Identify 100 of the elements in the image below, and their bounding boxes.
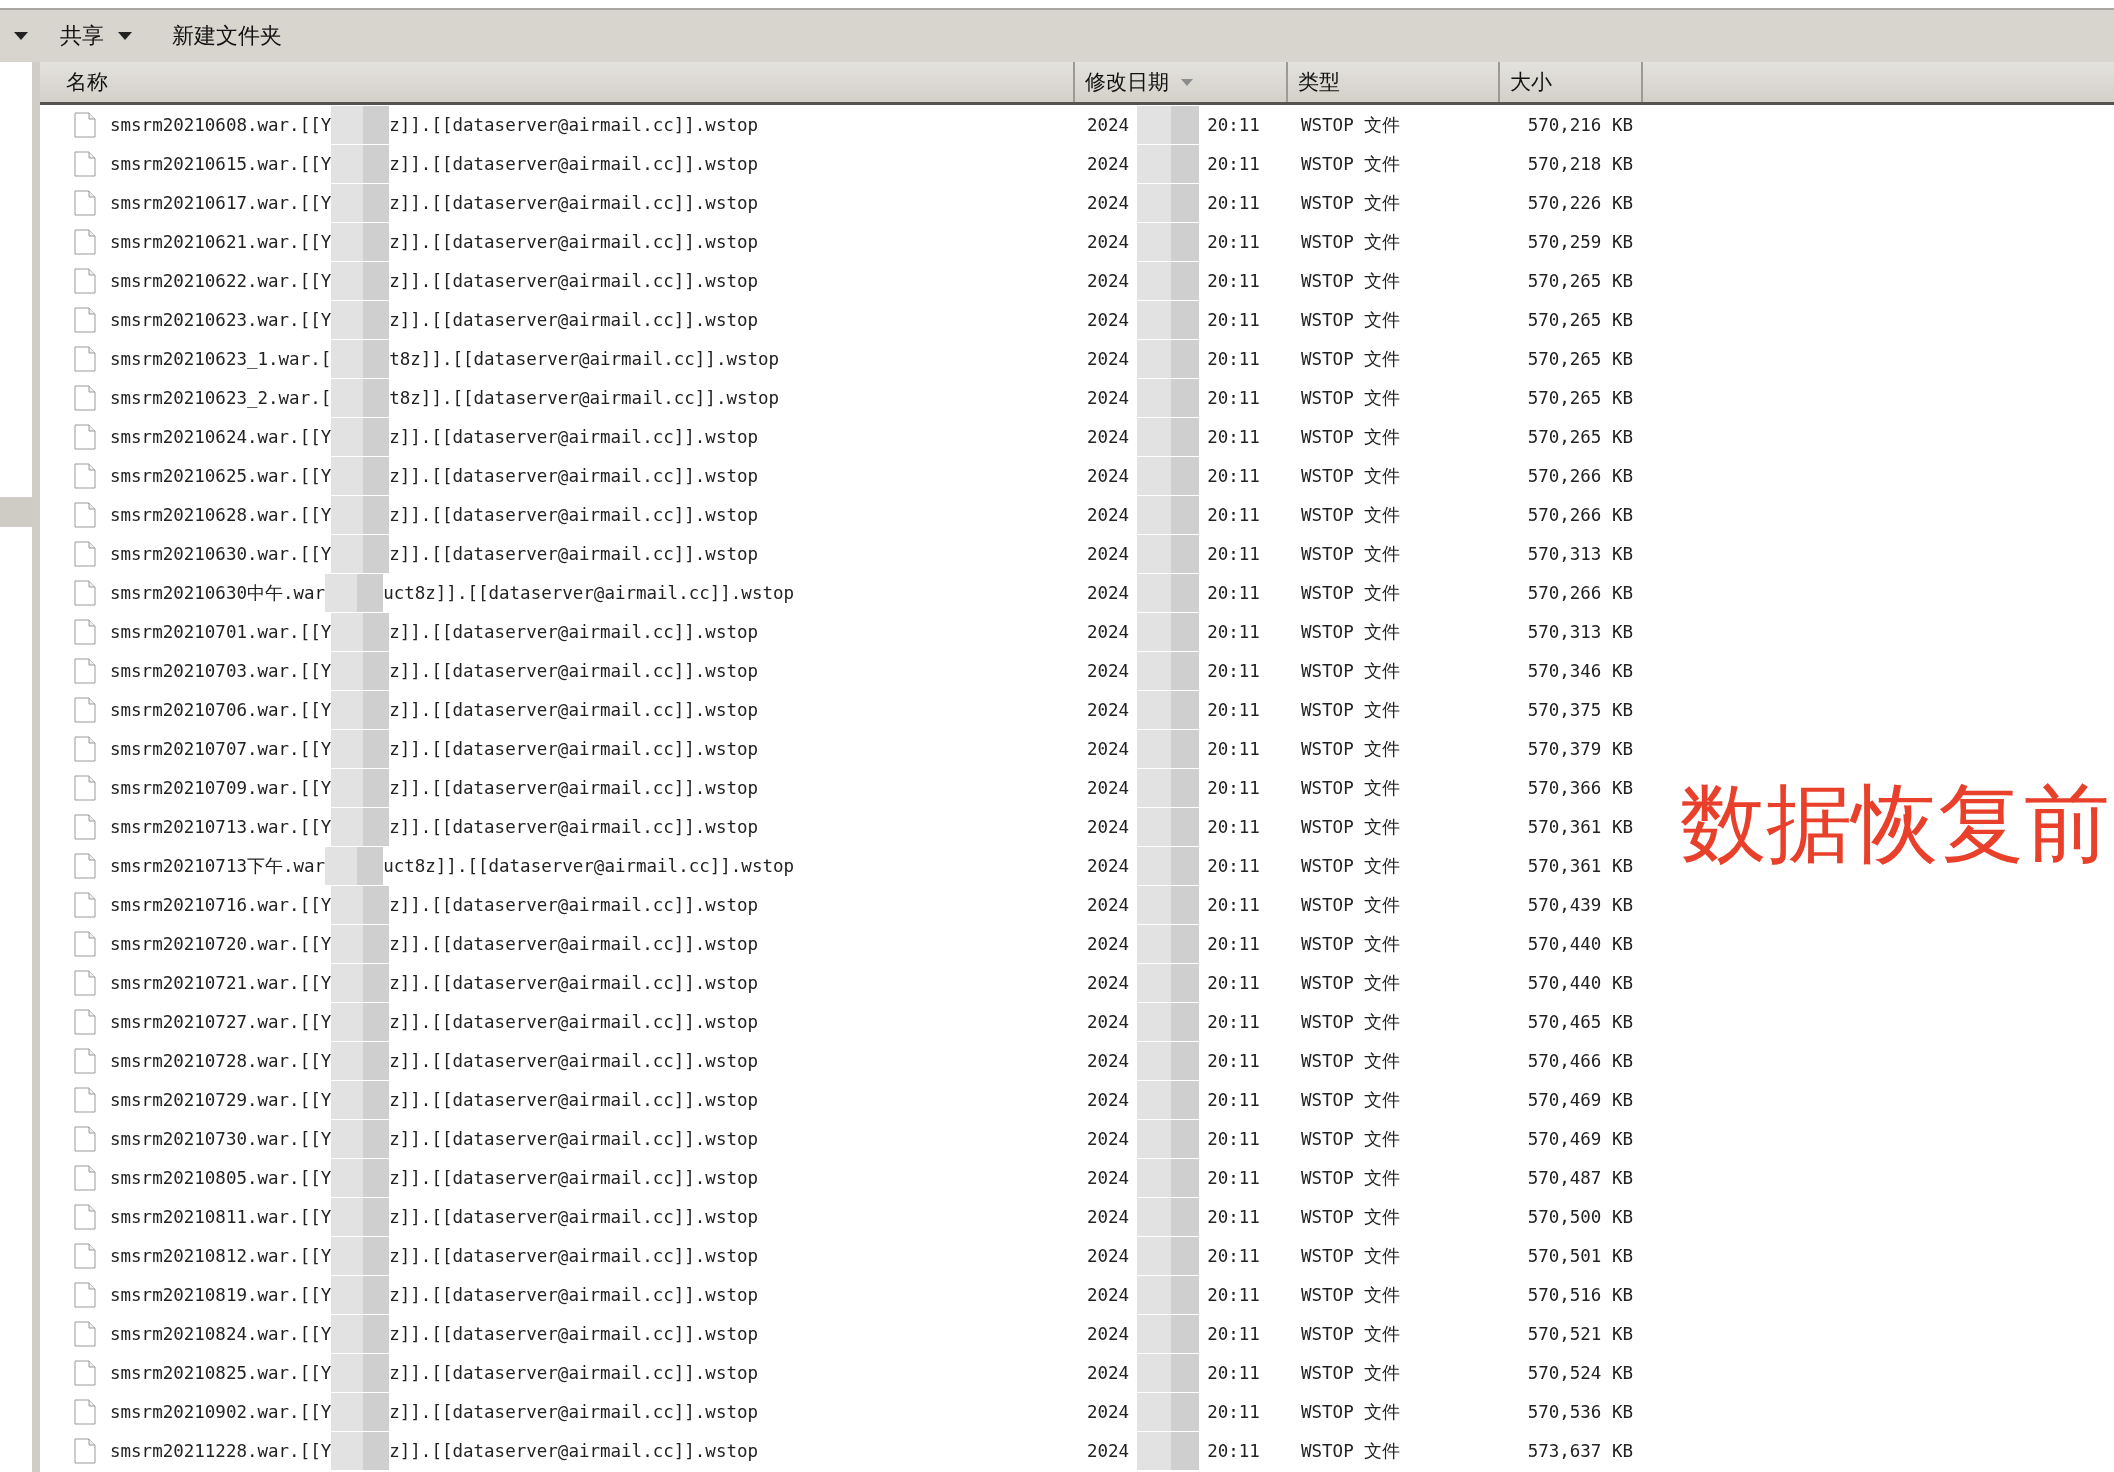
redaction-block [1137,222,1200,261]
file-type: WSTOP 文件 [1300,230,1402,254]
redaction-block [1137,690,1200,729]
modified-time: 20:11 [1207,621,1260,642]
file-type: WSTOP 文件 [1300,1049,1402,1073]
file-type: WSTOP 文件 [1300,425,1402,449]
file-type: WSTOP 文件 [1300,347,1402,371]
redaction-block [1137,1119,1200,1158]
column-header[interactable]: 大小 [1500,62,1643,102]
file-size: 570,524 KB [1526,1362,1634,1383]
file-size: 570,266 KB [1526,504,1634,525]
modified-date: 2024 [1087,543,1130,564]
redaction-block [331,495,390,534]
redaction-block [331,1158,390,1197]
column-header[interactable]: 修改日期 [1075,62,1288,102]
modified-time: 20:11 [1207,309,1260,330]
modified-time: 20:11 [1207,1401,1260,1422]
modified-date: 2024 [1087,855,1130,876]
file-icon [74,1086,96,1113]
redaction-block [331,807,390,846]
file-icon [74,111,96,138]
redaction-block [331,378,390,417]
file-type: WSTOP 文件 [1300,581,1402,605]
modified-time: 20:11 [1207,738,1260,759]
redaction-block [1137,1080,1200,1119]
share-menu[interactable]: 共享 [52,17,140,55]
file-size: 570,313 KB [1526,543,1634,564]
file-size: 570,313 KB [1526,621,1634,642]
file-size: 570,266 KB [1526,465,1634,486]
redaction-block [1137,573,1200,612]
column-label: 名称 [66,69,108,96]
file-name: smsrm20211228.war.[[Y [110,1440,332,1461]
file-icon [74,930,96,957]
file-name: z]].[[dataserver@airmail.cc]].wstop [389,504,759,525]
redaction-block [1137,807,1200,846]
redaction-block [1137,456,1200,495]
file-name: z]].[[dataserver@airmail.cc]].wstop [389,1284,759,1305]
column-header[interactable]: 名称 [40,62,1075,102]
redaction-block [1137,495,1200,534]
modified-time: 20:11 [1207,114,1260,135]
file-name: smsrm20210729.war.[[Y [110,1089,332,1110]
file-name: z]].[[dataserver@airmail.cc]].wstop [389,426,759,447]
redaction-block [331,651,390,690]
new-folder-button[interactable]: 新建文件夹 [164,17,290,55]
redaction-block [331,300,390,339]
redaction-block [1137,339,1200,378]
file-name: smsrm20210720.war.[[Y [110,933,332,954]
file-name: z]].[[dataserver@airmail.cc]].wstop [389,465,759,486]
file-icon [74,267,96,294]
modified-date: 2024 [1087,309,1130,330]
file-size: 570,440 KB [1526,933,1634,954]
modified-date: 2024 [1087,738,1130,759]
file-name: z]].[[dataserver@airmail.cc]].wstop [389,777,759,798]
file-icon [74,735,96,762]
redaction-block [331,1275,390,1314]
file-size: 570,366 KB [1526,777,1634,798]
file-name: smsrm20210624.war.[[Y [110,426,332,447]
modified-date: 2024 [1087,114,1130,135]
file-name: z]].[[dataserver@airmail.cc]].wstop [389,153,759,174]
file-name: z]].[[dataserver@airmail.cc]].wstop [389,1206,759,1227]
modified-time: 20:11 [1207,231,1260,252]
modified-time: 20:11 [1207,1167,1260,1188]
modified-date: 2024 [1087,270,1130,291]
file-name: smsrm20210902.war.[[Y [110,1401,332,1422]
modified-date: 2024 [1087,1167,1130,1188]
file-icon [74,1281,96,1308]
file-name: smsrm20210716.war.[[Y [110,894,332,915]
modified-time: 20:11 [1207,543,1260,564]
modified-time: 20:11 [1207,1245,1260,1266]
file-type: WSTOP 文件 [1300,659,1402,683]
modified-time: 20:11 [1207,387,1260,408]
modified-time: 20:11 [1207,933,1260,954]
redaction-block [1137,963,1200,1002]
file-name: smsrm20210623_2.war.[ [110,387,332,408]
file-icon [74,1203,96,1230]
file-size: 570,361 KB [1526,816,1634,837]
modified-time: 20:11 [1207,855,1260,876]
file-size: 570,265 KB [1526,270,1634,291]
modified-date: 2024 [1087,660,1130,681]
file-name: smsrm20210608.war.[[Y [110,114,332,135]
file-icon [74,1008,96,1035]
modified-time: 20:11 [1207,660,1260,681]
file-type: WSTOP 文件 [1300,1010,1402,1034]
modified-date: 2024 [1087,504,1130,525]
redaction-block [1137,1158,1200,1197]
file-icon [74,1359,96,1386]
file-name: smsrm20210721.war.[[Y [110,972,332,993]
file-size: 570,259 KB [1526,231,1634,252]
modified-time: 20:11 [1207,153,1260,174]
redaction-block [1137,846,1200,885]
modified-date: 2024 [1087,231,1130,252]
file-size: 570,361 KB [1526,855,1634,876]
redaction-block [331,1080,390,1119]
file-icon [74,969,96,996]
file-icon [74,501,96,528]
file-type: WSTOP 文件 [1300,503,1402,527]
file-name: z]].[[dataserver@airmail.cc]].wstop [389,660,759,681]
redaction-block [331,963,390,1002]
modified-date: 2024 [1087,192,1130,213]
column-header[interactable]: 类型 [1288,62,1500,102]
